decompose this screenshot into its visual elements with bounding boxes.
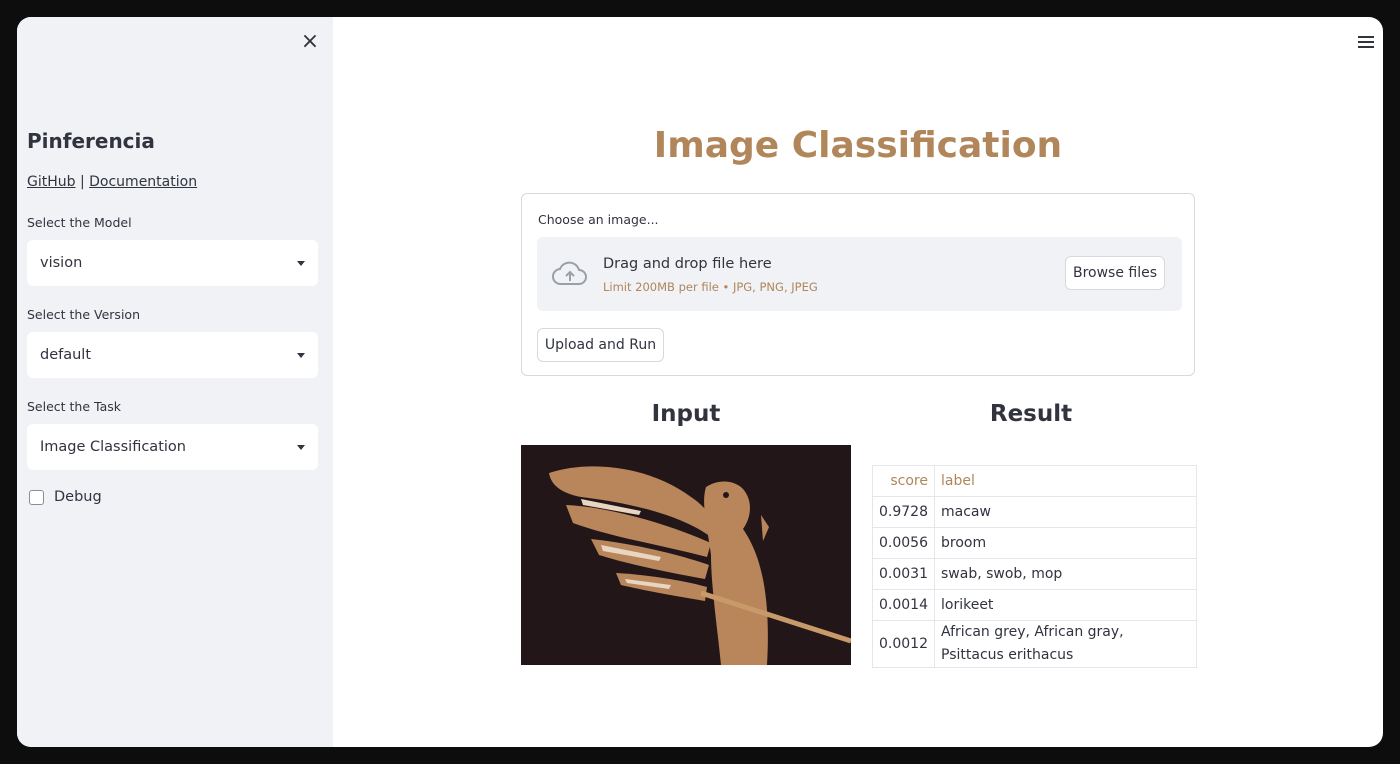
input-parrot-image [521,445,851,665]
label-cell: swab, swob, mop [934,558,1197,590]
file-uploader: Choose an image... Drag and drop file he… [521,193,1195,376]
score-cell: 0.0031 [872,558,935,590]
hamburger-menu-icon[interactable] [1358,36,1374,48]
dropzone[interactable]: Drag and drop file here Limit 200MB per … [537,237,1182,311]
sidebar-links: GitHub | Documentation [27,174,197,190]
caret-down-icon [297,352,305,358]
input-heading: Input [651,401,721,427]
score-cell: 0.0012 [872,620,935,668]
sidebar: × Pinferencia GitHub | Documentation Sel… [17,17,333,747]
table-row: 0.0056 broom [872,527,1197,559]
score-column-header[interactable]: score [872,465,935,497]
model-select[interactable]: vision [27,240,318,286]
task-select[interactable]: Image Classification [27,424,318,470]
label-cell: lorikeet [934,589,1197,621]
task-select-label: Select the Task [27,399,122,414]
app-title: Pinferencia [27,129,155,153]
version-select-value: default [40,347,92,363]
table-row: 0.0012 African grey, African gray, Psitt… [872,620,1197,668]
page-title: Image Classification [653,125,1063,166]
close-icon[interactable]: × [299,31,321,53]
caret-down-icon [297,444,305,450]
table-row: 0.0014 lorikeet [872,589,1197,621]
drop-instructions: Drag and drop file here [603,256,772,272]
label-cell: macaw [934,496,1197,528]
github-link[interactable]: GitHub [27,174,76,190]
debug-checkbox-row: Debug [29,489,102,505]
table-row: 0.0031 swab, swob, mop [872,558,1197,590]
caret-down-icon [297,260,305,266]
score-cell: 0.0056 [872,527,935,559]
browse-files-button[interactable]: Browse files [1065,256,1165,290]
table-header-row: score label [872,465,1197,497]
upload-and-run-button[interactable]: Upload and Run [537,328,664,362]
documentation-link[interactable]: Documentation [89,174,197,190]
app-window: × Pinferencia GitHub | Documentation Sel… [17,17,1383,747]
cloud-upload-icon [552,261,587,285]
label-cell: broom [934,527,1197,559]
debug-label: Debug [54,489,102,505]
version-select[interactable]: default [27,332,318,378]
model-select-label: Select the Model [27,215,132,230]
result-heading: Result [989,401,1073,427]
file-limit-text: Limit 200MB per file • JPG, PNG, JPEG [603,280,818,294]
score-cell: 0.0014 [872,589,935,621]
uploader-label: Choose an image... [538,212,659,227]
label-cell: African grey, African gray, Psittacus er… [934,620,1197,668]
model-select-value: vision [40,255,83,271]
link-separator: | [79,174,85,190]
table-row: 0.9728 macaw [872,496,1197,528]
label-column-header[interactable]: label [934,465,1197,497]
debug-checkbox[interactable] [29,489,44,505]
version-select-label: Select the Version [27,307,140,322]
result-table: score label 0.9728 macaw 0.0056 broom 0.… [872,465,1197,668]
score-cell: 0.9728 [872,496,935,528]
task-select-value: Image Classification [40,439,186,455]
